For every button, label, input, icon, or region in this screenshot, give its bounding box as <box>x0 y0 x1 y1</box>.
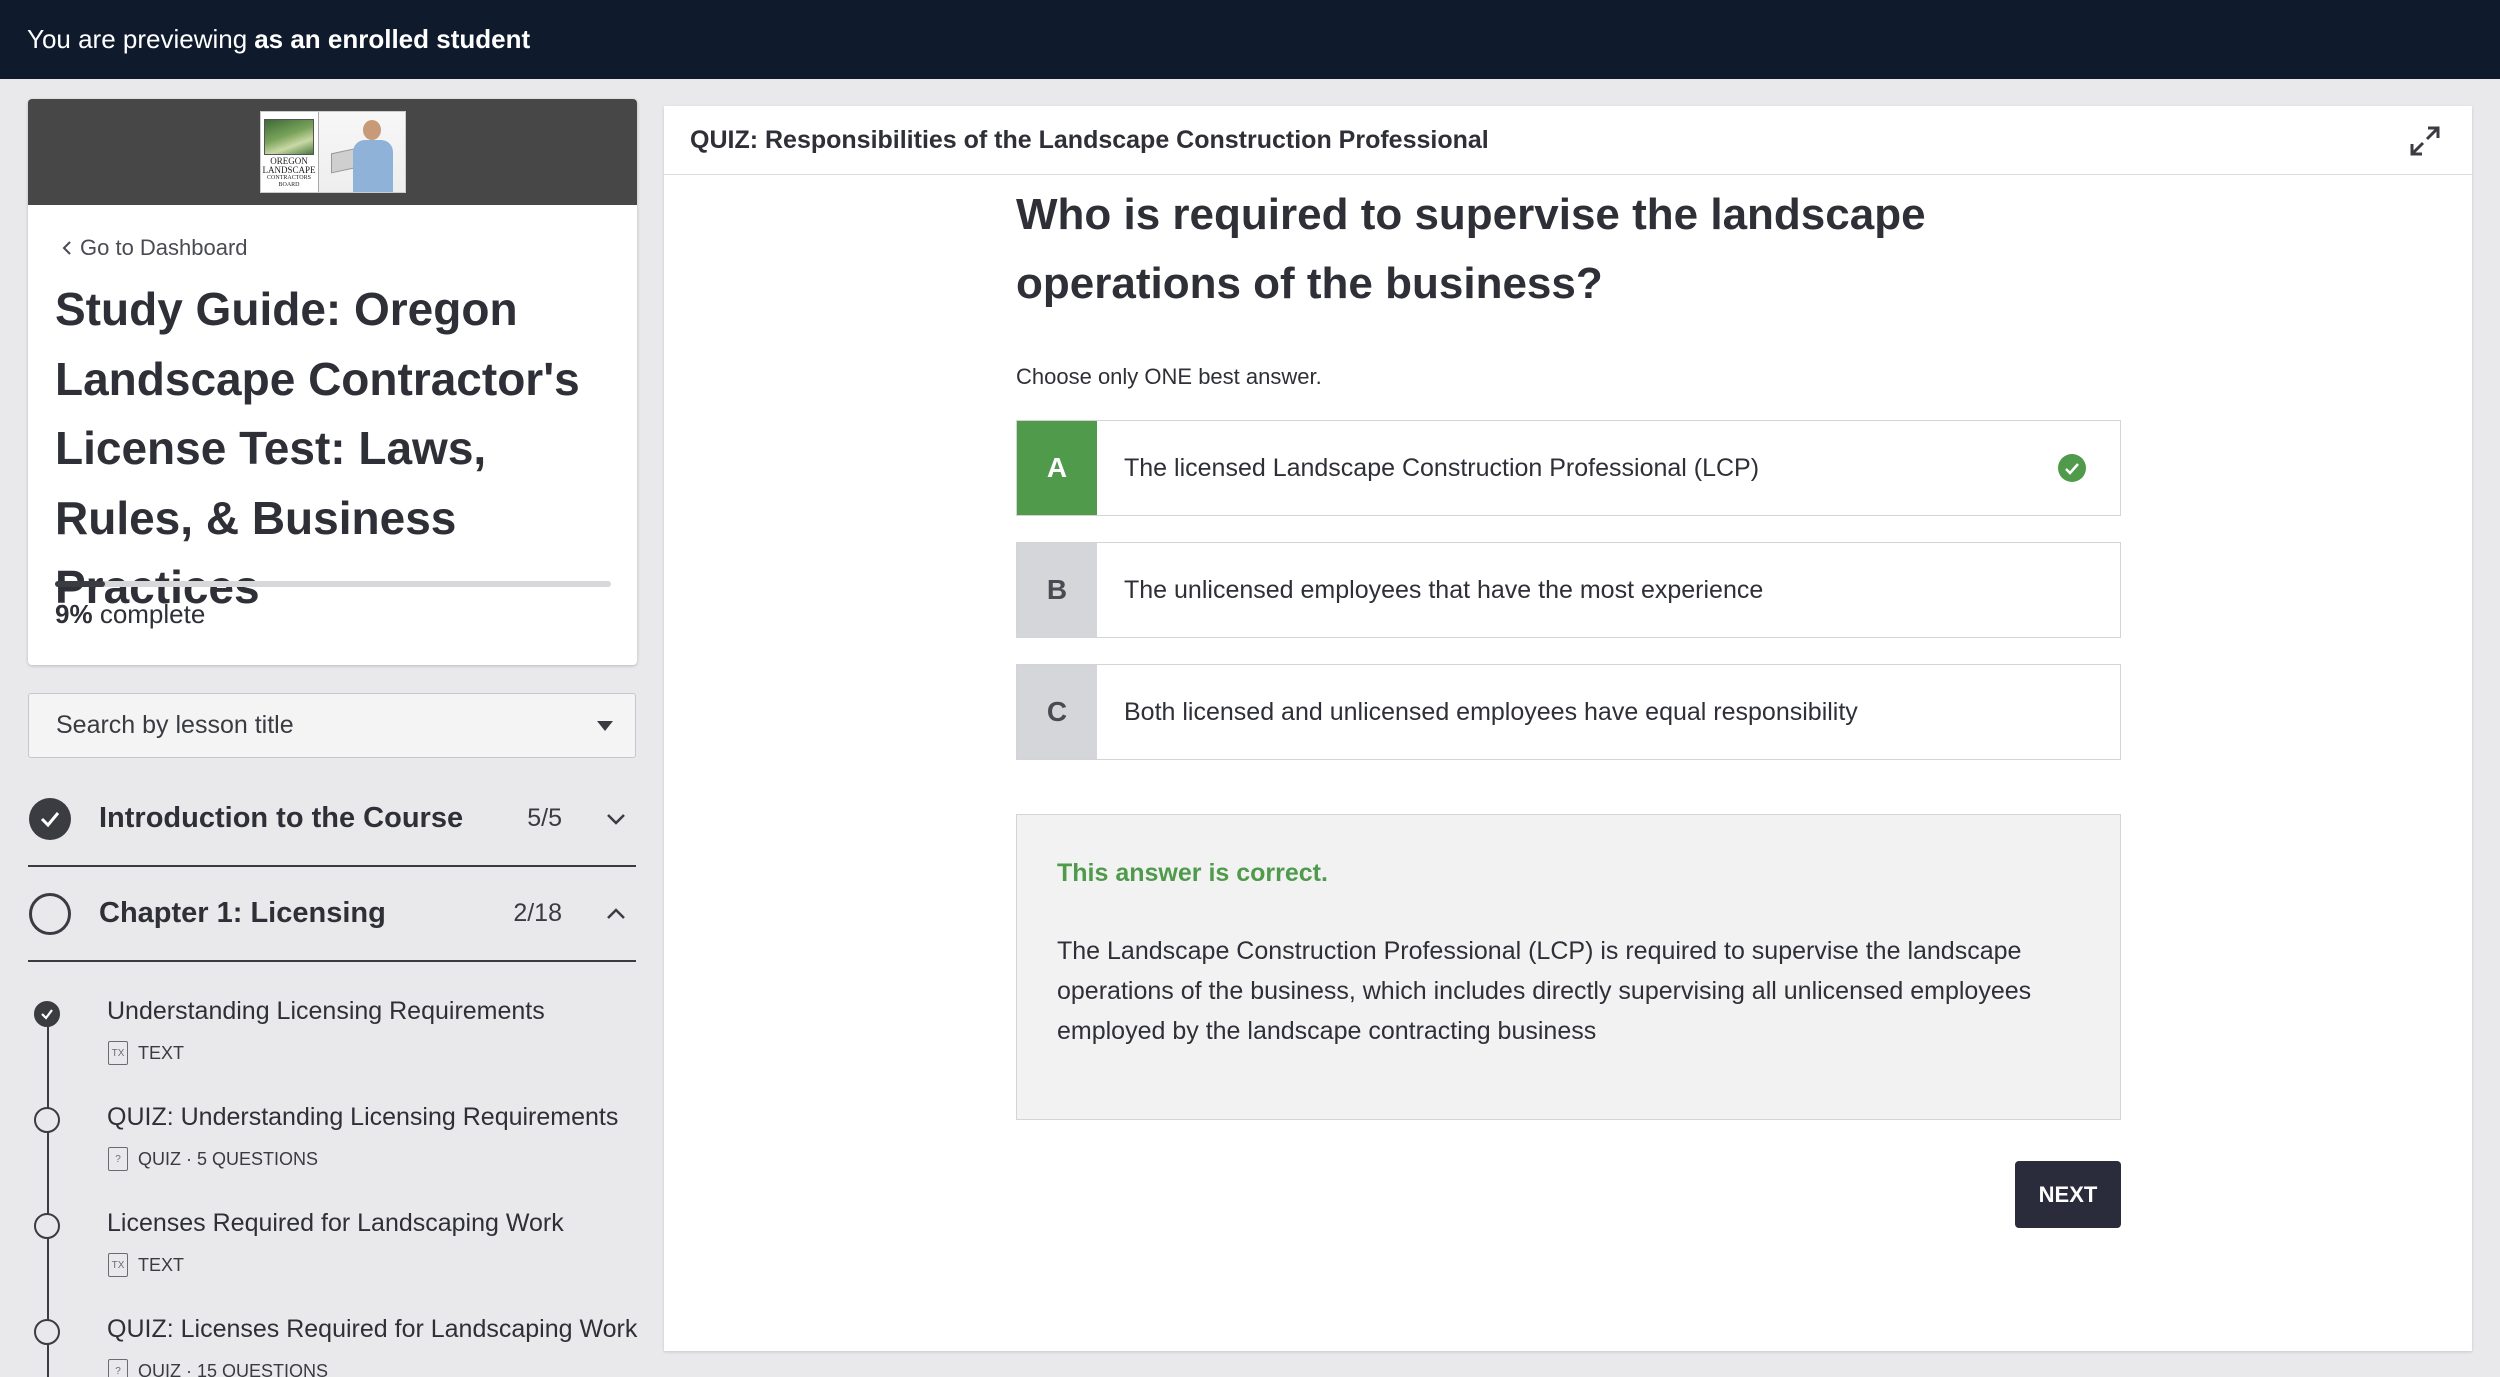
chapter-title: Chapter 1: Licensing <box>99 897 386 929</box>
quiz-lesson-icon: ? <box>108 1359 128 1377</box>
chapter-introduction[interactable]: Introduction to the Course 5/5 <box>28 772 636 867</box>
person-image <box>318 112 405 192</box>
empty-circle-icon <box>29 892 71 935</box>
go-to-dashboard-link[interactable]: Go to Dashboard <box>62 235 248 261</box>
expand-icon[interactable] <box>2408 124 2442 158</box>
option-text: The licensed Landscape Construction Prof… <box>1124 453 1760 482</box>
chapter-licensing[interactable]: Chapter 1: Licensing 2/18 <box>28 867 636 962</box>
lesson-item[interactable]: Understanding Licensing Requirements Tx … <box>28 995 636 1101</box>
progress-label: complete <box>99 599 206 629</box>
chevron-up-icon[interactable] <box>596 907 636 920</box>
preview-banner-emphasis: as an enrolled student <box>254 24 531 54</box>
lesson-meta: Tx TEXT <box>108 1253 184 1277</box>
course-progress-text: 9% complete <box>55 599 205 630</box>
option-text: The unlicensed employees that have the m… <box>1124 575 1764 604</box>
lesson-meta-label: TEXT <box>138 1254 185 1275</box>
lesson-incomplete-icon <box>34 1319 60 1345</box>
option-letter: A <box>1017 421 1097 515</box>
lesson-search-placeholder: Search by lesson title <box>56 711 294 739</box>
chapter-count: 5/5 <box>527 804 562 832</box>
lesson-title: QUIZ: Understanding Licensing Requiremen… <box>107 1103 619 1131</box>
lesson-title: Understanding Licensing Requirements <box>107 997 545 1025</box>
chapter-count: 2/18 <box>513 899 562 927</box>
go-to-dashboard-label: Go to Dashboard <box>80 235 248 260</box>
chevron-left-icon <box>62 241 71 255</box>
lesson-item[interactable]: QUIZ: Understanding Licensing Requiremen… <box>28 1101 636 1207</box>
lesson-meta-label: TEXT <box>138 1042 185 1063</box>
lesson-search-select[interactable]: Search by lesson title <box>28 693 636 758</box>
board-logo-line: CONTRACTORS <box>267 175 311 181</box>
lesson-meta: ? QUIZ · 15 QUESTIONS <box>108 1359 328 1377</box>
answer-option-a[interactable]: A The licensed Landscape Construction Pr… <box>1016 420 2121 516</box>
quiz-lesson-icon: ? <box>108 1147 128 1171</box>
quiz-title: QUIZ: Responsibilities of the Landscape … <box>690 125 1489 154</box>
lesson-item[interactable]: QUIZ: Licenses Required for Landscaping … <box>28 1313 638 1377</box>
lesson-item[interactable]: Licenses Required for Landscaping Work T… <box>28 1207 636 1313</box>
option-letter: C <box>1017 665 1097 759</box>
landscape-art <box>264 119 314 155</box>
answer-option-b[interactable]: B The unlicensed employees that have the… <box>1016 542 2121 638</box>
caret-down-icon <box>597 721 613 731</box>
board-logo-line: LANDSCAPE <box>262 165 316 175</box>
lesson-meta: ? QUIZ · 5 QUESTIONS <box>108 1147 318 1171</box>
course-progress-fill <box>55 581 106 587</box>
lesson-title: QUIZ: Licenses Required for Landscaping … <box>107 1315 638 1343</box>
lesson-meta-label: QUIZ · 15 QUESTIONS <box>138 1360 329 1377</box>
board-logo-line: BOARD <box>278 182 300 188</box>
lesson-complete-icon <box>34 1001 60 1027</box>
preview-banner: You are previewing as an enrolled studen… <box>0 0 2500 79</box>
quiz-header: QUIZ: Responsibilities of the Landscape … <box>664 106 2472 175</box>
course-card: OREGON LANDSCAPE CONTRACTORS BOARD Go to… <box>28 99 637 665</box>
option-text: Both licensed and unlicensed employees h… <box>1124 697 1858 726</box>
preview-banner-text: You are previewing <box>27 24 248 54</box>
lesson-incomplete-icon <box>34 1107 60 1133</box>
course-title: Study Guide: Oregon Landscape Contractor… <box>55 283 580 613</box>
chapter-title: Introduction to the Course <box>99 802 464 834</box>
answer-option-c[interactable]: C Both licensed and unlicensed employees… <box>1016 664 2121 760</box>
chevron-down-icon[interactable] <box>596 813 636 825</box>
check-circle-icon <box>2058 454 2086 482</box>
answer-feedback: This answer is correct. The Landscape Co… <box>1016 814 2121 1120</box>
feedback-title: This answer is correct. <box>1057 859 1328 887</box>
course-logo: OREGON LANDSCAPE CONTRACTORS BOARD <box>259 111 406 193</box>
text-lesson-icon: Tx <box>108 1041 128 1065</box>
option-letter: B <box>1017 543 1097 637</box>
text-lesson-icon: Tx <box>108 1253 128 1277</box>
lesson-title: Licenses Required for Landscaping Work <box>107 1209 564 1237</box>
check-circle-icon <box>29 797 71 840</box>
lesson-meta-label: QUIZ · 5 QUESTIONS <box>138 1148 319 1169</box>
lesson-meta: Tx TEXT <box>108 1041 184 1065</box>
board-logo: OREGON LANDSCAPE CONTRACTORS BOARD <box>261 112 319 192</box>
quiz-panel: QUIZ: Responsibilities of the Landscape … <box>664 106 2472 1351</box>
question-text: Who is required to supervise the landsca… <box>1016 190 1926 308</box>
progress-percent: 9% <box>55 599 93 629</box>
next-button[interactable]: NEXT <box>2015 1161 2121 1228</box>
course-progress-bar <box>55 581 611 587</box>
lesson-incomplete-icon <box>34 1213 60 1239</box>
course-banner: OREGON LANDSCAPE CONTRACTORS BOARD <box>28 99 637 205</box>
feedback-explanation: The Landscape Construction Professional … <box>1057 937 2032 1045</box>
answer-instruction: Choose only ONE best answer. <box>1016 364 1322 389</box>
